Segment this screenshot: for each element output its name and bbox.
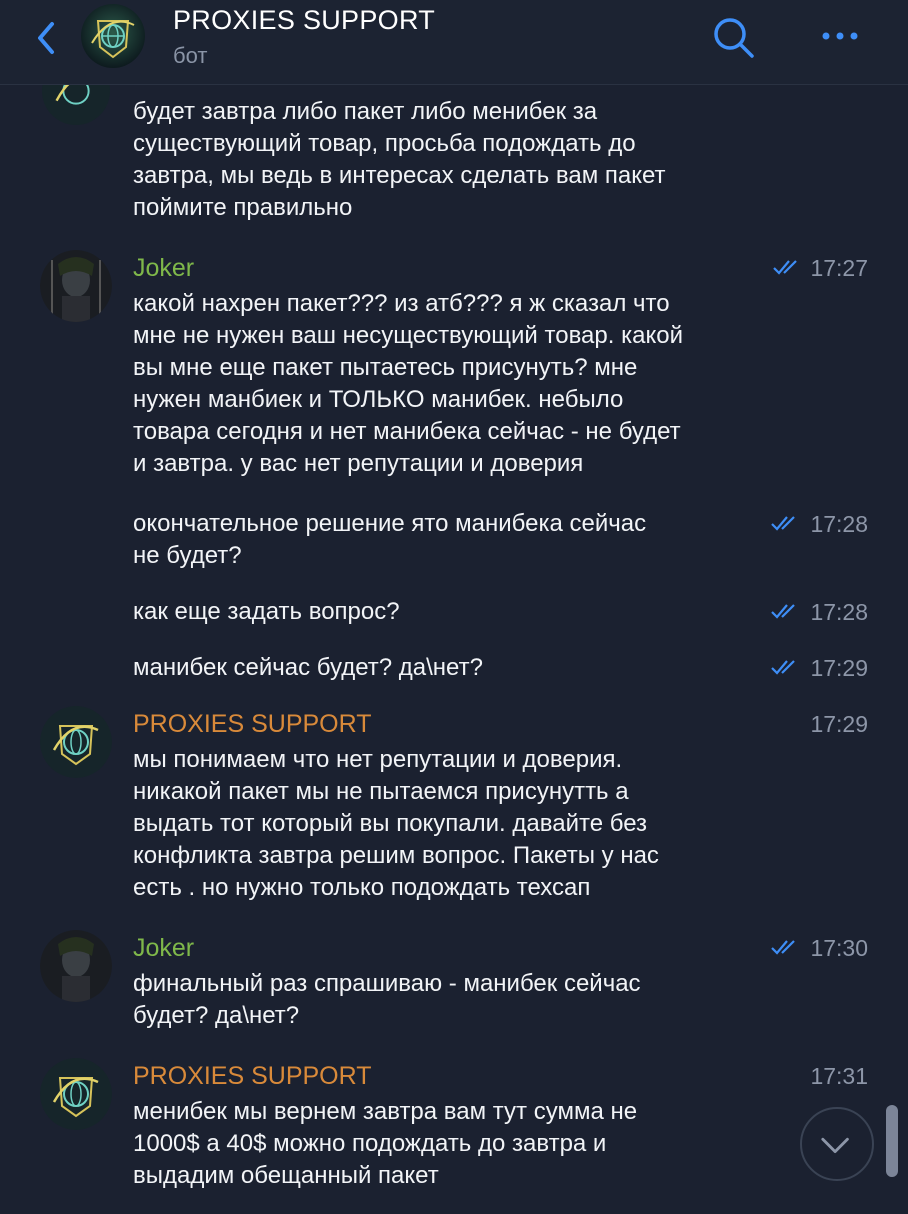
message-text: окончательное решение ято манибека сейча… [133, 510, 647, 569]
bot-avatar[interactable] [80, 3, 146, 69]
message-time: 17:31 [810, 1063, 868, 1089]
scrollbar[interactable] [886, 1105, 898, 1177]
bot-message-avatar[interactable] [40, 706, 112, 778]
more-icon[interactable] [818, 28, 862, 44]
message-time: 17:27 [810, 255, 868, 281]
sender-name[interactable]: PROXIES SUPPORT [133, 710, 372, 739]
message-text: менибек мы вернем завтра вам тут сумма н… [133, 1098, 638, 1189]
back-chevron-icon[interactable] [32, 18, 62, 58]
message-time: 17:30 [810, 935, 868, 961]
chat-header: PROXIES SUPPORT бот [0, 0, 908, 85]
message-text: финальный раз спрашиваю - манибек сейчас… [133, 970, 641, 1029]
message-time: 17:29 [810, 655, 868, 681]
double-check-icon [771, 940, 795, 955]
message-text: как еще задать вопрос? [133, 598, 400, 625]
scroll-down-button[interactable] [800, 1107, 874, 1181]
double-check-icon [771, 516, 795, 531]
message-text: мы понимаем что нет репутации и доверия.… [133, 746, 659, 901]
bot-message-avatar[interactable] [40, 1058, 112, 1130]
sender-name[interactable]: Joker [133, 934, 194, 963]
sender-name[interactable]: Joker [133, 254, 194, 283]
message-time: 17:28 [810, 511, 868, 537]
message-text: манибек сейчас будет? да\нет? [133, 654, 483, 681]
message-text: будет завтра либо пакет либо менибек за … [133, 98, 666, 221]
double-check-icon [773, 260, 797, 275]
scroll-down-icon [821, 1137, 849, 1153]
message-time: 17:28 [810, 599, 868, 625]
sender-name[interactable]: PROXIES SUPPORT [133, 1062, 372, 1091]
double-check-icon [771, 660, 795, 675]
message-text: какой нахрен пакет??? из атб??? я ж сказ… [133, 290, 683, 477]
search-icon[interactable] [710, 14, 758, 62]
message-time: 17:29 [810, 711, 868, 737]
joker-avatar[interactable] [40, 250, 112, 322]
joker-avatar[interactable] [40, 930, 112, 1002]
chat-subtitle: бот [173, 43, 208, 68]
double-check-icon [771, 604, 795, 619]
chat-title[interactable]: PROXIES SUPPORT [173, 5, 435, 36]
